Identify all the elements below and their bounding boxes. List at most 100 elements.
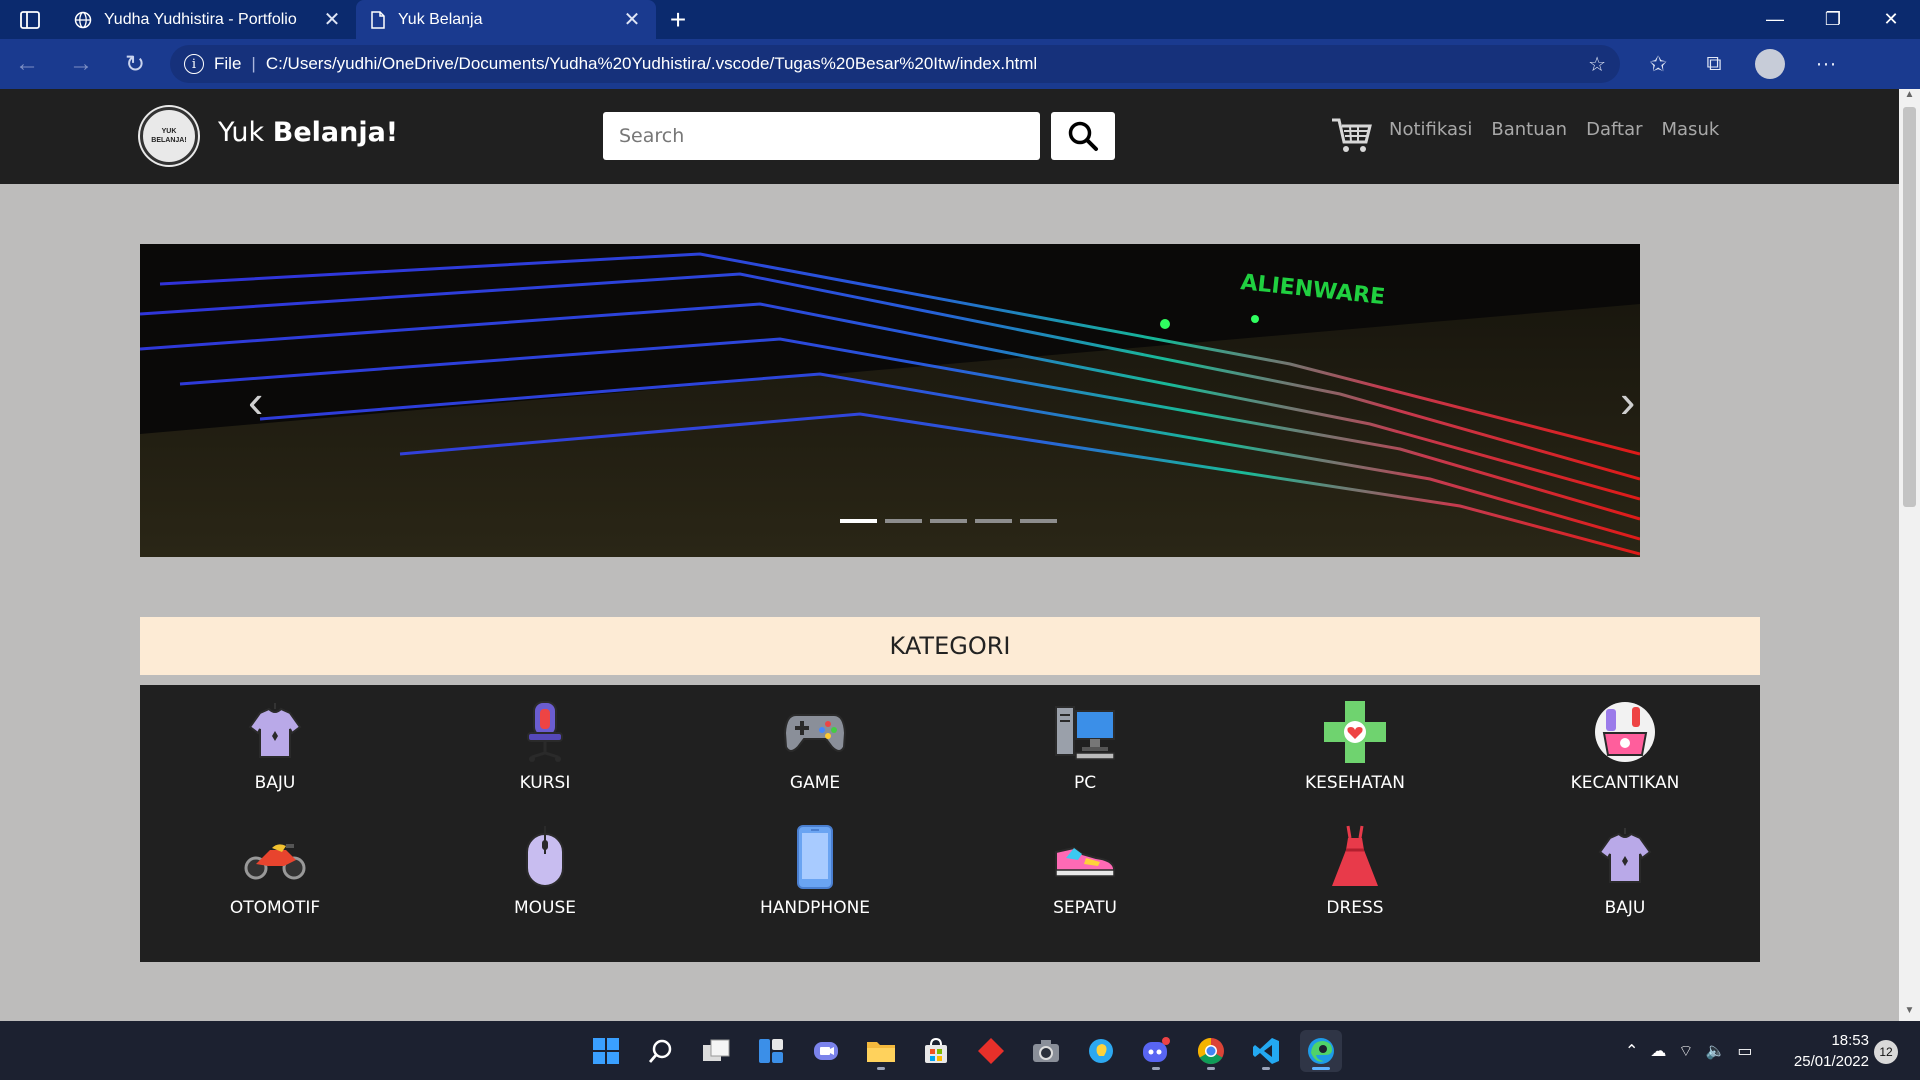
restore-icon[interactable]: ❐ (1804, 0, 1862, 39)
running-indicator (1152, 1066, 1160, 1070)
chevron-up-icon[interactable]: ⌃ (1625, 1041, 1638, 1061)
browser-tools: ✩ ⧉ ··· (1630, 39, 1854, 89)
nav-notifikasi[interactable]: Notifikasi (1389, 119, 1472, 140)
start-button[interactable] (585, 1030, 627, 1072)
favorite-star-icon[interactable]: ☆ (1588, 52, 1606, 77)
category-baju-2[interactable]: BAJU (1490, 824, 1760, 949)
search-icon (1068, 121, 1098, 151)
notification-badge[interactable]: 12 (1874, 1040, 1898, 1064)
carousel-indicator[interactable] (885, 519, 922, 523)
category-kursi[interactable]: KURSI (410, 699, 680, 824)
info-icon[interactable]: i (184, 54, 204, 74)
search-input[interactable] (603, 112, 1040, 160)
onedrive-cloud-icon[interactable]: ☁ (1650, 1041, 1666, 1061)
windows-taskbar: ⌃ ☁ ⌔ 🔈 ▭ 18:53 25/01/2022 12 (0, 1021, 1920, 1080)
running-indicator (1262, 1066, 1270, 1070)
category-label: SEPATU (1053, 897, 1117, 918)
category-sepatu[interactable]: SEPATU (950, 824, 1220, 949)
page-icon (371, 10, 385, 29)
favorites-icon[interactable]: ✩ (1630, 39, 1686, 89)
url-text: C:/Users/yudhi/OneDrive/Documents/Yudha%… (265, 54, 1038, 73)
wifi-icon[interactable]: ⌔ (1678, 1041, 1693, 1061)
file-explorer[interactable] (860, 1030, 902, 1072)
gaming-chair-icon (527, 701, 563, 762)
volume-icon[interactable]: 🔈 (1705, 1041, 1725, 1061)
carousel-indicator[interactable] (975, 519, 1012, 523)
category-label: GAME (789, 773, 841, 793)
category-label: PC (1073, 773, 1097, 793)
category-kecantikan[interactable]: KECANTIKAN (1490, 699, 1760, 824)
carousel-next-button[interactable]: › (1620, 374, 1635, 428)
category-mouse[interactable]: MOUSE (410, 824, 680, 949)
site-logo[interactable]: YUK BELANJA! (140, 107, 198, 165)
microsoft-store[interactable] (915, 1030, 957, 1072)
more-menu-icon[interactable]: ··· (1798, 39, 1854, 89)
category-handphone[interactable]: HANDPHONE (680, 824, 950, 949)
close-tab-icon[interactable]: ✕ (622, 7, 642, 32)
carousel-prev-button[interactable]: ‹ (248, 374, 263, 428)
discord-icon (1143, 1036, 1170, 1062)
widgets[interactable] (750, 1030, 792, 1072)
taskbar-search[interactable] (640, 1030, 682, 1072)
running-indicator (1207, 1066, 1215, 1070)
category-dress[interactable]: DRESS (1220, 824, 1490, 949)
dress-icon (1332, 825, 1378, 886)
chevron-right-icon: › (1620, 375, 1636, 427)
address-bar[interactable]: i File | C:/Users/yudhi/OneDrive/Documen… (170, 45, 1620, 83)
chrome-app[interactable] (1190, 1030, 1232, 1072)
reload-button[interactable]: ↻ (108, 39, 162, 89)
category-label: MOUSE (513, 897, 577, 918)
carousel-indicator[interactable] (930, 519, 967, 523)
teams-chat[interactable] (805, 1030, 847, 1072)
cart-button[interactable] (1330, 116, 1372, 161)
category-pc[interactable]: PC (950, 699, 1220, 824)
collections-icon[interactable]: ⧉ (1686, 39, 1742, 89)
reload-icon: ↻ (124, 50, 146, 78)
scroll-up-icon[interactable]: ▲ (1899, 89, 1920, 105)
edge-app[interactable] (1300, 1029, 1342, 1072)
category-baju[interactable]: BAJU (140, 699, 410, 824)
tab-portfolio[interactable]: Yudha Yudhistira - Portfolio ✕ (60, 0, 356, 39)
category-kesehatan[interactable]: KESEHATAN (1220, 699, 1490, 824)
brand-name[interactable]: Yuk Belanja! (218, 117, 398, 148)
taskbar-clock[interactable]: 18:53 25/01/2022 (1785, 1030, 1869, 1072)
shirt-icon (248, 703, 302, 758)
nav-masuk[interactable]: Masuk (1662, 119, 1720, 140)
page-scrollbar[interactable]: ▲ ▼ (1899, 89, 1920, 1021)
carousel-indicator[interactable] (840, 519, 877, 523)
tab-yuk-belanja[interactable]: Yuk Belanja ✕ (356, 0, 656, 39)
motorbike-icon (244, 843, 306, 879)
forward-button[interactable]: → (54, 39, 108, 89)
discord-app[interactable] (1135, 1030, 1177, 1072)
camera-icon (1033, 1039, 1059, 1062)
scroll-down-icon[interactable]: ▼ (1899, 1005, 1920, 1021)
scroll-thumb[interactable] (1903, 107, 1916, 507)
window-controls: — ❐ ✕ (1746, 0, 1920, 39)
profile-avatar[interactable] (1755, 49, 1785, 79)
nav-daftar[interactable]: Daftar (1586, 119, 1642, 140)
battery-icon[interactable]: ▭ (1737, 1041, 1752, 1061)
search-button[interactable] (1051, 112, 1115, 160)
tips-app[interactable] (1080, 1030, 1122, 1072)
app-red-diamond[interactable] (970, 1030, 1012, 1072)
category-game[interactable]: GAME (680, 699, 950, 824)
back-arrow-icon: ← (15, 50, 39, 77)
system-tray: ⌃ ☁ ⌔ 🔈 ▭ (1625, 1021, 1753, 1080)
camera-app[interactable] (1025, 1030, 1067, 1072)
tab-actions-button[interactable] (0, 0, 60, 39)
new-tab-button[interactable]: + (656, 0, 700, 39)
nav-bantuan[interactable]: Bantuan (1491, 119, 1567, 140)
back-button[interactable]: ← (0, 39, 54, 89)
desktop-pc-icon (1055, 706, 1115, 760)
vscode-app[interactable] (1245, 1030, 1287, 1072)
site-header: YUKBELANJA! Yuk Belanja! Notifikasi Bant… (0, 89, 1899, 184)
category-otomotif[interactable]: OTOMOTIF (140, 824, 410, 949)
store-icon (925, 1037, 947, 1063)
minimize-icon[interactable]: — (1746, 0, 1804, 39)
close-window-icon[interactable]: ✕ (1862, 0, 1920, 39)
clock-time: 18:53 (1831, 1032, 1869, 1049)
close-tab-icon[interactable]: ✕ (322, 7, 342, 32)
category-label: BAJU (1604, 897, 1646, 918)
carousel-indicator[interactable] (1020, 519, 1057, 523)
task-view[interactable] (695, 1030, 737, 1072)
